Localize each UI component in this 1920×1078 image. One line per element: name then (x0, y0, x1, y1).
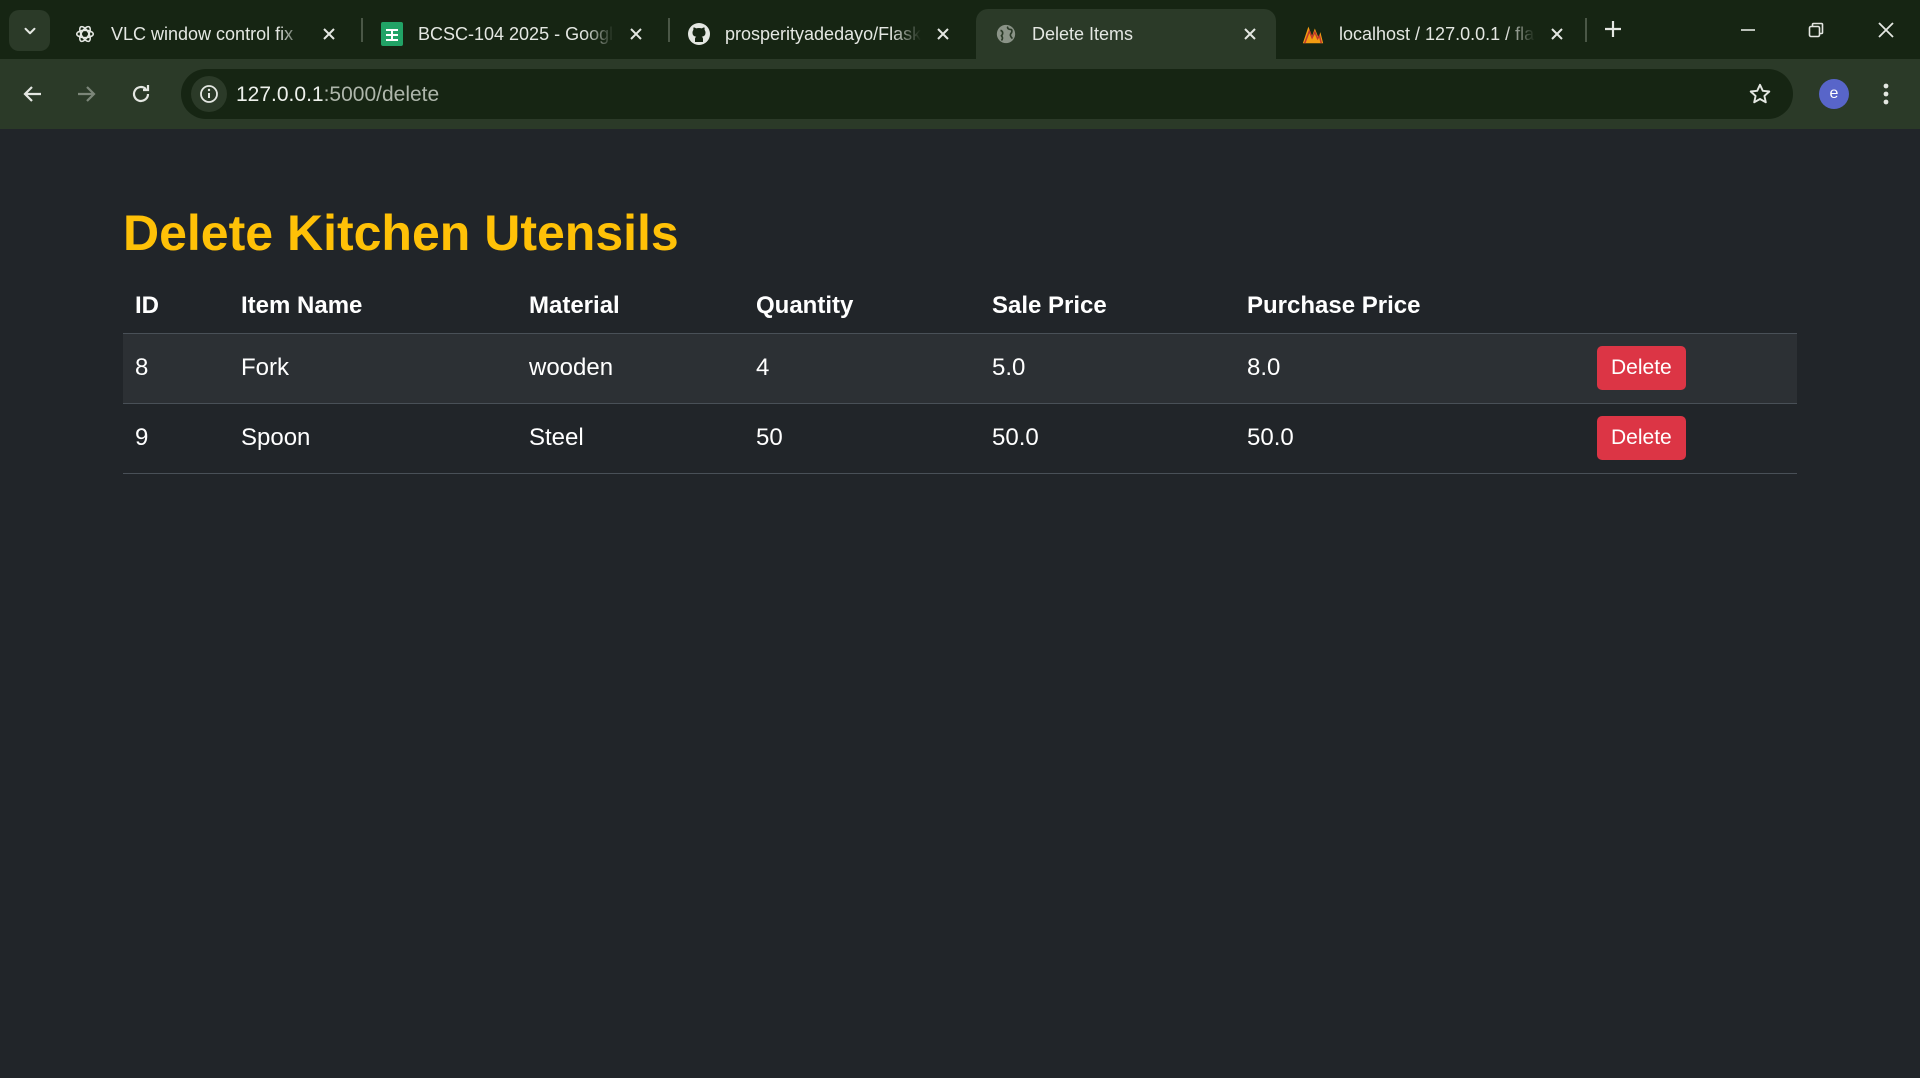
cell-id: 8 (123, 333, 229, 404)
column-header-quantity: Quantity (744, 279, 980, 334)
tab-3[interactable]: Delete Items (976, 9, 1276, 59)
close-icon[interactable] (1545, 22, 1569, 46)
tab-search-button[interactable] (9, 10, 50, 51)
back-button[interactable] (13, 74, 53, 114)
tab-4[interactable]: localhost / 127.0.0.1 / flask (1283, 9, 1583, 59)
tab-title: Delete Items (1032, 23, 1134, 44)
tab-title: BCSC-104 2025 - Google Sheets (418, 23, 614, 44)
close-icon (1878, 22, 1894, 38)
table-header-row: ID Item Name Material Quantity Sale Pric… (123, 279, 1797, 334)
cell-sale-price: 5.0 (980, 333, 1235, 404)
column-header-sale-price: Sale Price (980, 279, 1235, 334)
cell-item-name: Fork (229, 333, 517, 404)
cell-sale-price: 50.0 (980, 403, 1235, 474)
cell-material: Steel (517, 403, 744, 474)
address-bar[interactable]: 127.0.0.1:5000/delete (181, 69, 1793, 119)
cell-action: Delete (1585, 403, 1797, 474)
tab-strip: VLC window control fix BCSC-104 2025 - G… (0, 0, 1920, 59)
tab-separator (1585, 18, 1587, 42)
column-header-material: Material (517, 279, 744, 334)
close-window-button[interactable] (1866, 10, 1906, 50)
close-icon[interactable] (931, 22, 955, 46)
tab-title: localhost / 127.0.0.1 / flask (1339, 23, 1535, 44)
restore-icon (1808, 22, 1824, 38)
cell-action: Delete (1585, 333, 1797, 404)
close-icon[interactable] (1238, 22, 1262, 46)
reload-button[interactable] (121, 74, 161, 114)
google-sheets-icon (380, 22, 404, 46)
column-header-action (1585, 279, 1797, 334)
bookmark-button[interactable] (1745, 79, 1775, 109)
cell-item-name: Spoon (229, 403, 517, 474)
column-header-id: ID (123, 279, 229, 334)
browser-toolbar: 127.0.0.1:5000/delete e (0, 59, 1920, 129)
cell-purchase-price: 50.0 (1235, 403, 1585, 474)
cell-id: 9 (123, 403, 229, 474)
more-vertical-icon (1883, 83, 1889, 105)
url-text[interactable]: 127.0.0.1:5000/delete (236, 83, 439, 107)
url-host: 127.0.0.1 (236, 83, 324, 106)
tab-title: prosperityadedayo/Flask (725, 23, 921, 44)
close-icon[interactable] (624, 22, 648, 46)
column-header-purchase-price: Purchase Price (1235, 279, 1585, 334)
arrow-right-icon (78, 86, 96, 102)
close-icon[interactable] (317, 22, 341, 46)
items-table: ID Item Name Material Quantity Sale Pric… (123, 279, 1797, 474)
url-path: :5000/delete (323, 83, 440, 106)
globe-icon (994, 22, 1018, 46)
minimize-button[interactable] (1728, 10, 1768, 50)
reload-icon (132, 85, 150, 103)
delete-button[interactable]: Delete (1597, 416, 1686, 460)
page-content: Delete Kitchen Utensils ID Item Name Mat… (0, 129, 1920, 1078)
tab-2[interactable]: prosperityadedayo/Flask (669, 9, 969, 59)
arrow-left-icon (23, 86, 41, 102)
column-header-item-name: Item Name (229, 279, 517, 334)
cell-material: wooden (517, 333, 744, 404)
page-title: Delete Kitchen Utensils (123, 205, 679, 261)
github-icon (687, 22, 711, 46)
openai-icon (73, 22, 97, 46)
cell-quantity: 4 (744, 333, 980, 404)
tab-title: VLC window control fix (111, 23, 294, 44)
new-tab-button[interactable] (1598, 14, 1628, 44)
table-row: 9 Spoon Steel 50 50.0 50.0 Delete (123, 403, 1797, 474)
restore-button[interactable] (1796, 10, 1836, 50)
forward-button[interactable] (66, 74, 106, 114)
info-icon (200, 85, 218, 103)
profile-avatar[interactable]: e (1819, 79, 1849, 109)
minimize-icon (1741, 29, 1755, 31)
chevron-down-icon (24, 27, 35, 34)
tab-0[interactable]: VLC window control fix (55, 9, 355, 59)
table-row: 8 Fork wooden 4 5.0 8.0 Delete (123, 333, 1797, 404)
plus-icon (1605, 21, 1621, 37)
browser-menu-button[interactable] (1870, 74, 1902, 114)
tab-1[interactable]: BCSC-104 2025 - Google Sheets (362, 9, 662, 59)
cell-purchase-price: 8.0 (1235, 333, 1585, 404)
site-info-button[interactable] (191, 76, 227, 112)
star-icon (1749, 83, 1771, 104)
phpmyadmin-icon (1301, 22, 1325, 46)
cell-quantity: 50 (744, 403, 980, 474)
delete-button[interactable]: Delete (1597, 346, 1686, 390)
